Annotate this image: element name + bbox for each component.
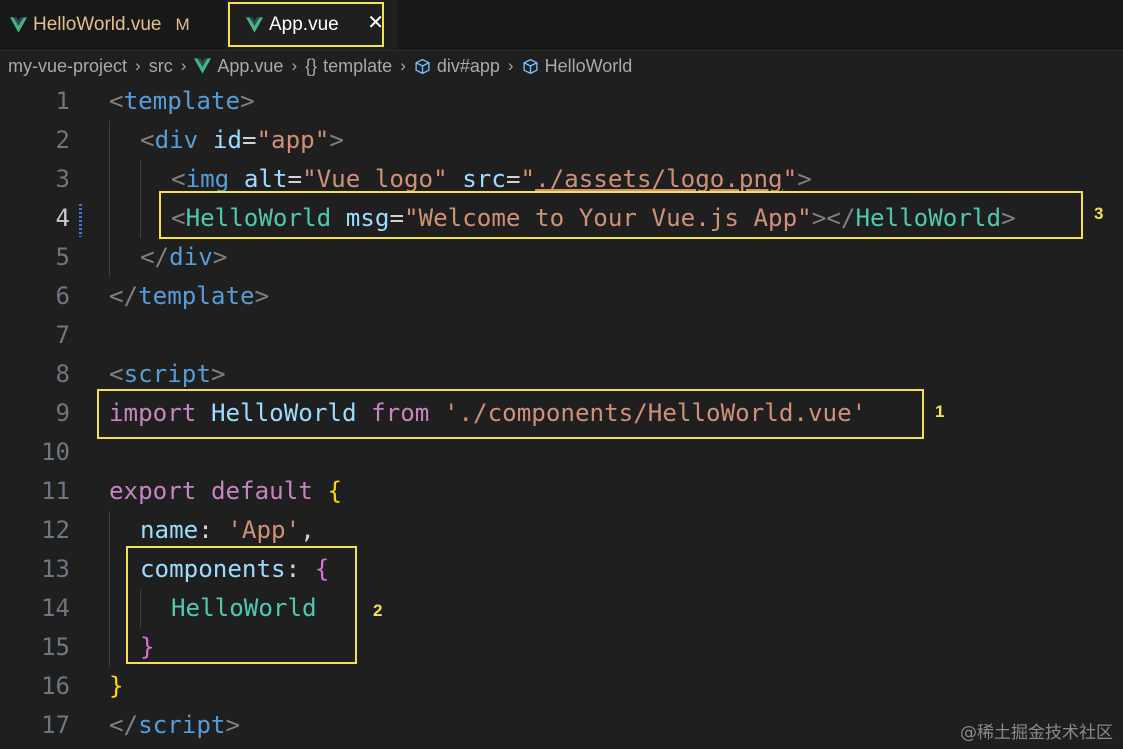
vue-logo-icon bbox=[10, 17, 27, 33]
cube-icon bbox=[415, 58, 430, 74]
tab-helloworld-vue[interactable]: HelloWorld.vue M bbox=[0, 0, 227, 50]
line-number: 17 bbox=[41, 711, 70, 739]
line-number: 10 bbox=[41, 438, 70, 466]
vue-logo-icon bbox=[194, 58, 212, 74]
annotation-label-1: 1 bbox=[935, 402, 945, 421]
code-line: </template> bbox=[109, 282, 270, 310]
breadcrumb-project[interactable]: my-vue-project bbox=[8, 56, 127, 77]
code-editor[interactable]: 1 2 3 4 5 6 7 8 9 10 11 12 13 14 15 16 1… bbox=[0, 82, 1123, 749]
code-line: </script> bbox=[109, 711, 241, 739]
line-number: 13 bbox=[41, 555, 70, 583]
annotation-label-2: 2 bbox=[373, 601, 383, 620]
cube-icon bbox=[523, 58, 538, 74]
code-line: <template> bbox=[109, 87, 255, 115]
tab-label: App.vue bbox=[269, 14, 339, 35]
line-number: 1 bbox=[55, 87, 70, 115]
vue-logo-icon bbox=[246, 17, 263, 33]
braces-icon: {} bbox=[305, 55, 318, 76]
code-line: <img alt="Vue logo" src="./assets/logo.p… bbox=[171, 165, 812, 193]
tab-app-vue[interactable]: App.vue ✕ bbox=[226, 0, 398, 50]
annotation-label-3: 3 bbox=[1094, 204, 1104, 223]
code-line: <div id="app"> bbox=[140, 126, 344, 154]
chevron-right-icon: › bbox=[400, 56, 406, 75]
breadcrumb: my-vue-project › src › App.vue › {} temp… bbox=[8, 54, 632, 78]
line-number: 14 bbox=[41, 594, 70, 622]
code-line: name: 'App', bbox=[140, 516, 315, 544]
tab-bar: HelloWorld.vue M App.vue ✕ bbox=[0, 0, 1123, 51]
code-line: import HelloWorld from './components/Hel… bbox=[109, 399, 867, 427]
line-number: 6 bbox=[55, 282, 70, 310]
line-number: 11 bbox=[41, 477, 70, 505]
line-number: 7 bbox=[55, 321, 70, 349]
line-number: 5 bbox=[55, 243, 70, 271]
code-line: <HelloWorld msg="Welcome to Your Vue.js … bbox=[171, 204, 1016, 232]
indent-guide bbox=[140, 589, 141, 628]
indent-guide bbox=[109, 121, 110, 277]
line-number: 12 bbox=[41, 516, 70, 544]
close-icon[interactable]: ✕ bbox=[367, 13, 384, 33]
chevron-right-icon: › bbox=[135, 56, 141, 75]
breadcrumb-file[interactable]: App.vue bbox=[217, 56, 283, 77]
watermark: @稀土掘金技术社区 bbox=[960, 723, 1113, 743]
line-number: 8 bbox=[55, 360, 70, 388]
modified-badge: M bbox=[175, 15, 190, 34]
modified-line-indicator bbox=[79, 204, 82, 237]
chevron-right-icon: › bbox=[507, 56, 514, 75]
indent-guide bbox=[140, 160, 141, 238]
line-number: 9 bbox=[55, 399, 70, 427]
code-line: } bbox=[140, 633, 155, 661]
breadcrumb-div[interactable]: div#app bbox=[437, 56, 500, 77]
code-line: } bbox=[109, 672, 124, 700]
line-number: 3 bbox=[55, 165, 70, 193]
line-number: 16 bbox=[41, 672, 70, 700]
code-line: </div> bbox=[140, 243, 228, 271]
breadcrumb-template[interactable]: template bbox=[323, 56, 392, 77]
chevron-right-icon: › bbox=[180, 56, 187, 75]
asset-path-link[interactable]: ./assets/logo.png bbox=[535, 165, 783, 193]
breadcrumb-folder[interactable]: src bbox=[149, 56, 173, 77]
breadcrumb-component[interactable]: HelloWorld bbox=[545, 56, 633, 77]
line-number: 15 bbox=[41, 633, 70, 661]
code-line: <script> bbox=[109, 360, 226, 388]
line-number: 2 bbox=[55, 126, 70, 154]
line-number: 4 bbox=[55, 204, 70, 232]
tab-label: HelloWorld.vue bbox=[33, 14, 162, 35]
code-line: HelloWorld bbox=[171, 594, 317, 622]
code-line: export default { bbox=[109, 477, 342, 505]
code-line: components: { bbox=[140, 555, 330, 583]
chevron-right-icon: › bbox=[291, 56, 298, 75]
indent-guide bbox=[109, 511, 110, 667]
